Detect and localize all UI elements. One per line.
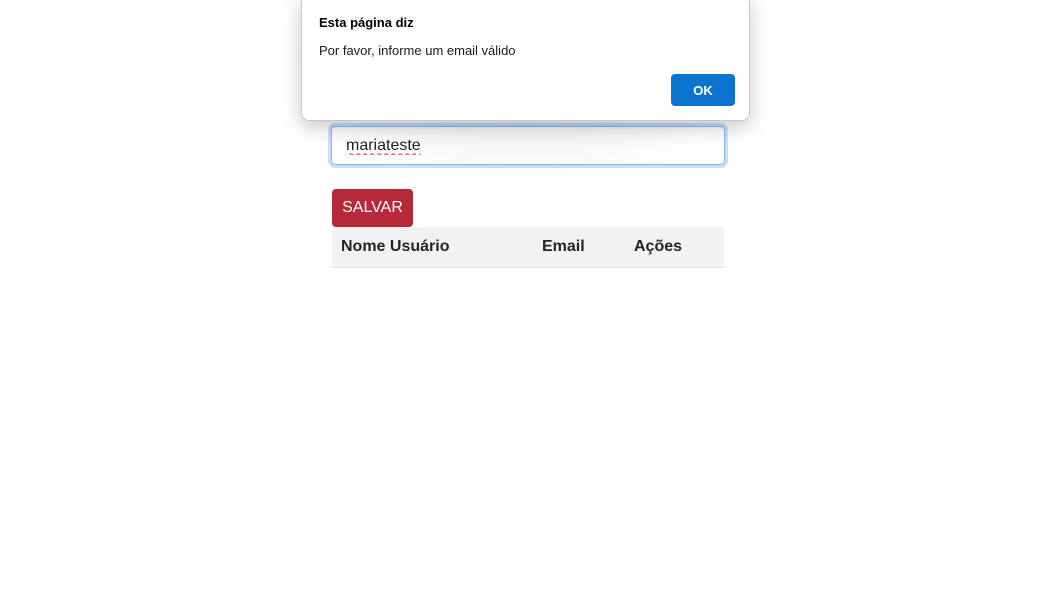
save-button[interactable]: SALVAR [332,189,413,227]
alert-dialog: Esta página diz Por favor, informe um em… [301,0,750,121]
ok-button[interactable]: OK [671,74,735,106]
column-header-email: Email [542,238,585,255]
column-header-nome-usuario: Nome Usuário [341,238,450,255]
table-header-row: Nome Usuário Email Ações [332,227,724,268]
email-input[interactable] [331,126,725,165]
users-table: Nome Usuário Email Ações [332,227,724,268]
alert-message: Por favor, informe um email válido [319,43,516,58]
alert-title: Esta página diz [319,15,414,30]
users-table-header: Nome Usuário Email Ações [332,227,724,268]
column-header-acoes: Ações [634,238,683,255]
page: SALVAR Nome Usuário Email Ações Esta pág… [0,0,1039,592]
